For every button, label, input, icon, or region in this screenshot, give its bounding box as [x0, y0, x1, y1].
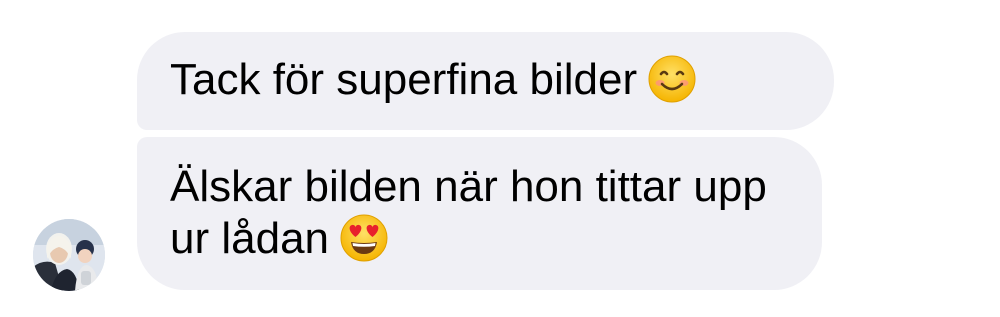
avatar-photo-icon — [33, 219, 105, 291]
smiling-face-icon — [647, 54, 697, 104]
message-text: Älskar bilden när hon tittar upp ur låda… — [170, 162, 767, 263]
heart-eyes-face-icon — [339, 213, 389, 263]
avatar[interactable] — [33, 219, 105, 291]
message-bubble[interactable]: Älskar bilden när hon tittar upp ur låda… — [137, 137, 822, 290]
message-thread: Tack för superfina bilder Älskar bilden … — [0, 0, 1000, 317]
message-text: Tack för superfina bilder — [170, 55, 638, 104]
message-bubble[interactable]: Tack för superfina bilder — [137, 32, 834, 130]
